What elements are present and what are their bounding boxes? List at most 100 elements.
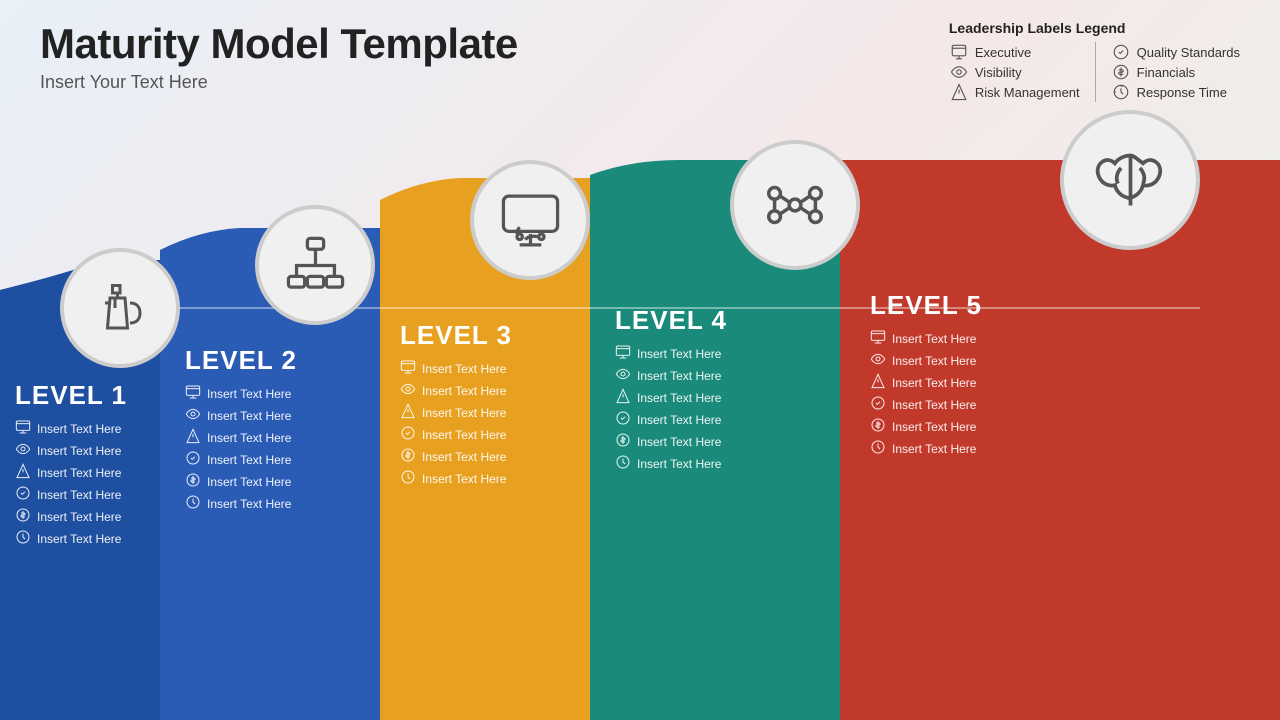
risk-icon6 (870, 373, 886, 392)
vis-icon4 (615, 366, 631, 385)
financials-icon (1111, 62, 1131, 82)
list-item: Insert Text Here (400, 425, 512, 444)
level-3-items: Insert Text Here Insert Text Here Insert… (400, 359, 512, 488)
list-item: Insert Text Here (400, 447, 512, 466)
fin-icon3 (400, 447, 416, 466)
level-4-circle (730, 140, 860, 270)
legend-label-visibility: Visibility (975, 65, 1022, 80)
qual-icon5 (870, 395, 886, 414)
list-item: Insert Text Here (400, 403, 512, 422)
level-5-circle (1060, 110, 1200, 250)
risk-icon5 (615, 388, 631, 407)
legend-label-financials: Financials (1137, 65, 1196, 80)
level-2-items: Insert Text Here Insert Text Here Insert… (185, 384, 297, 513)
level-3-title: LEVEL 3 (400, 320, 512, 351)
level-5-content: LEVEL 5 Insert Text Here Insert Text Her… (870, 290, 982, 461)
list-item: Insert Text Here (185, 494, 297, 513)
level-1-circle-wrapper (60, 248, 180, 368)
list-item: Insert Text Here (615, 410, 727, 429)
list-item: Insert Text Here (870, 373, 982, 392)
monitor-icon (498, 188, 563, 253)
executive-icon (949, 42, 969, 62)
legend-label-quality: Quality Standards (1137, 45, 1240, 60)
qual-icon4 (615, 410, 631, 429)
legend-item-executive: Executive (949, 42, 1080, 62)
level-4-items: Insert Text Here Insert Text Here Insert… (615, 344, 727, 473)
list-item: Insert Text Here (615, 432, 727, 451)
list-item: Insert Text Here (185, 472, 297, 491)
legend-right: Quality Standards Financials (1111, 42, 1240, 102)
legend-label-risk: Risk Management (975, 85, 1080, 100)
level-3-content: LEVEL 3 Insert Text Here Insert Text Her… (400, 320, 512, 491)
list-item: Insert Text Here (400, 381, 512, 400)
fin-icon (15, 507, 31, 526)
exec-icon (15, 419, 31, 438)
vis-icon3 (400, 381, 416, 400)
level-4-circle-wrapper (730, 140, 860, 270)
fin-icon2 (185, 472, 201, 491)
qual-icon3 (400, 425, 416, 444)
list-item: Insert Text Here (15, 507, 127, 526)
vis-icon5 (870, 351, 886, 370)
level-1-title: LEVEL 1 (15, 380, 127, 411)
list-item: Insert Text Here (870, 417, 982, 436)
legend-label-executive: Executive (975, 45, 1031, 60)
list-item: Insert Text Here (870, 395, 982, 414)
visibility-icon (949, 62, 969, 82)
legend-item-risk: Risk Management (949, 82, 1080, 102)
list-item: Insert Text Here (15, 419, 127, 438)
level-2-circle-wrapper (255, 205, 375, 325)
level-1-content: LEVEL 1 Insert Text Here Insert Text Her… (15, 380, 127, 551)
risk-icon2 (15, 463, 31, 482)
exec-icon4 (615, 344, 631, 363)
resp-icon2 (185, 494, 201, 513)
list-item: Insert Text Here (870, 351, 982, 370)
list-item: Insert Text Here (870, 329, 982, 348)
list-item: Insert Text Here (185, 384, 297, 403)
fire-extinguisher-icon (90, 278, 150, 338)
legend-title: Leadership Labels Legend (949, 20, 1240, 36)
list-item: Insert Text Here (615, 344, 727, 363)
risk-icon4 (400, 403, 416, 422)
risk-icon3 (185, 428, 201, 447)
legend-item-quality: Quality Standards (1111, 42, 1240, 62)
legend: Leadership Labels Legend Executive (949, 20, 1240, 102)
list-item: Insert Text Here (185, 450, 297, 469)
response-icon (1111, 82, 1131, 102)
list-item: Insert Text Here (400, 469, 512, 488)
level-2-content: LEVEL 2 Insert Text Here Insert Text Her… (185, 345, 297, 516)
brain-icon (1093, 143, 1168, 218)
list-item: Insert Text Here (870, 439, 982, 458)
legend-label-response: Response Time (1137, 85, 1227, 100)
qual-icon (15, 485, 31, 504)
risk-icon (949, 82, 969, 102)
quality-icon (1111, 42, 1131, 62)
legend-item-response: Response Time (1111, 82, 1240, 102)
exec-icon2 (185, 384, 201, 403)
level-5-circle-wrapper (1060, 110, 1200, 250)
level-2-title: LEVEL 2 (185, 345, 297, 376)
fin-icon5 (870, 417, 886, 436)
exec-icon3 (400, 359, 416, 378)
level-4-title: LEVEL 4 (615, 305, 727, 336)
list-item: Insert Text Here (400, 359, 512, 378)
resp-icon5 (870, 439, 886, 458)
legend-left: Executive Visibility Ris (949, 42, 1080, 102)
level-2-circle (255, 205, 375, 325)
legend-item-visibility: Visibility (949, 62, 1080, 82)
list-item: Insert Text Here (185, 428, 297, 447)
level-1-circle (60, 248, 180, 368)
level-1-items: Insert Text Here Insert Text Here Insert… (15, 419, 127, 548)
level-3-circle-wrapper (470, 160, 590, 280)
level-5-items: Insert Text Here Insert Text Here Insert… (870, 329, 982, 458)
list-item: Insert Text Here (185, 406, 297, 425)
vis-icon2 (185, 406, 201, 425)
level-5-title: LEVEL 5 (870, 290, 982, 321)
list-item: Insert Text Here (615, 366, 727, 385)
resp-icon3 (400, 469, 416, 488)
legend-divider (1095, 42, 1096, 102)
legend-item-financials: Financials (1111, 62, 1240, 82)
list-item: Insert Text Here (15, 529, 127, 548)
network-graph-icon (760, 170, 830, 240)
vis-icon (15, 441, 31, 460)
